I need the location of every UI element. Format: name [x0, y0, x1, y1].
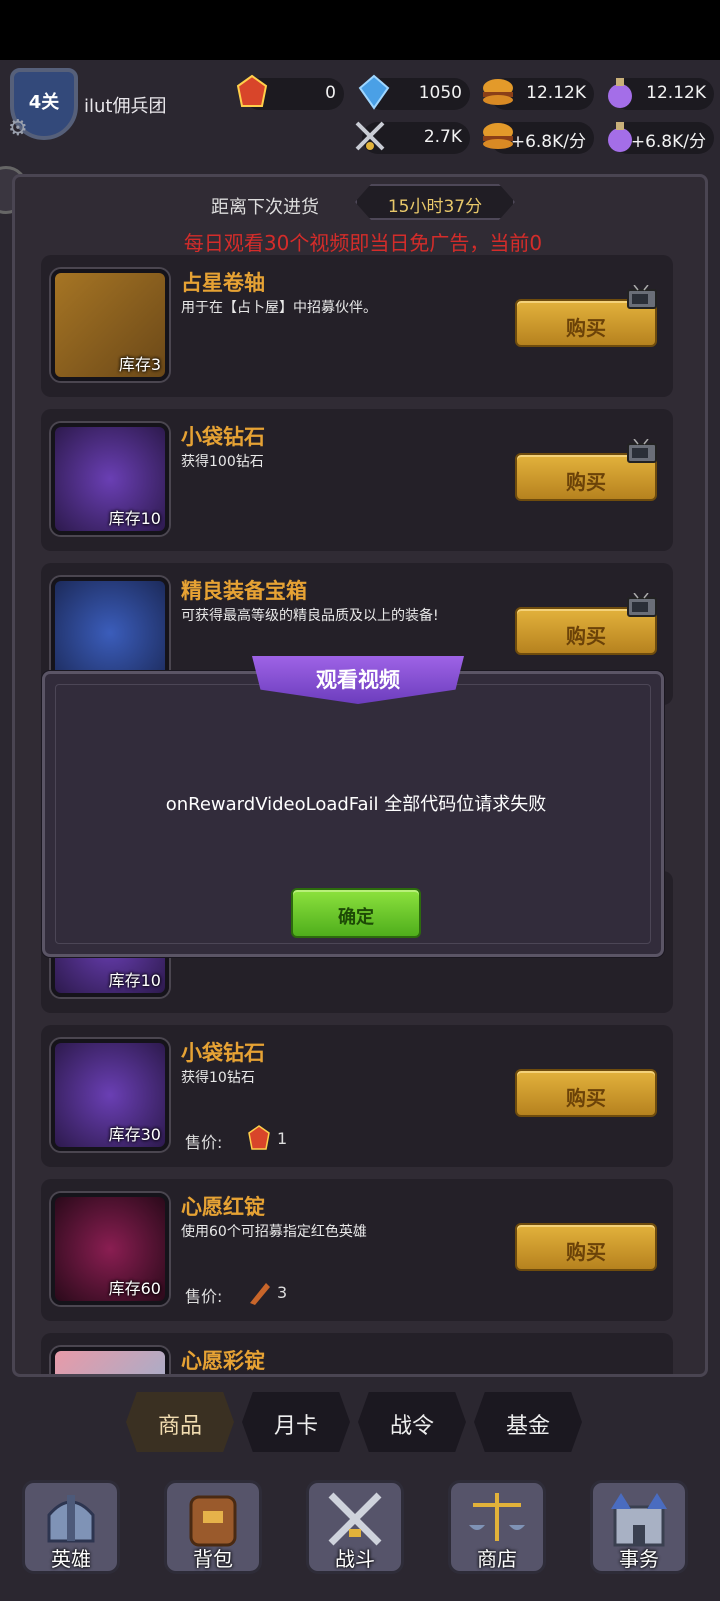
item-name: 小袋钻石: [181, 1041, 265, 1065]
price-label: 售价:: [185, 1287, 223, 1306]
price-value: 3: [277, 1283, 288, 1302]
nav-label: 背包: [193, 1547, 233, 1571]
dialog-title: 观看视频: [316, 668, 400, 692]
ingot-icon: [250, 1283, 270, 1305]
tab-label: 商品: [157, 1414, 202, 1439]
timer-text: 15小时37分: [387, 197, 483, 217]
level-badge[interactable]: 4关 ⚙: [8, 68, 78, 141]
restock-timer: 15小时37分: [355, 184, 515, 220]
resource-potion[interactable]: 12.12K: [608, 78, 714, 110]
buy-label: 购买: [566, 316, 606, 340]
ruby-icon: [248, 1125, 270, 1150]
tab-label: 战令: [389, 1414, 434, 1439]
buy-label: 购买: [566, 1086, 606, 1110]
scales-icon: [469, 1493, 525, 1541]
item-desc: 获得100钻石: [181, 454, 264, 470]
resource-value: 0: [325, 83, 336, 103]
stock-label: 库存60: [108, 1279, 161, 1298]
crossed-swords-icon: [328, 1492, 382, 1546]
nav-label: 商店: [477, 1547, 517, 1571]
ad-free-note: 每日观看30个视频即当日免广告，当前0: [183, 231, 543, 255]
game-screen: 4关 ⚙ ilut佣兵团 0 1050 12.12K 12.12K 2.7K +…: [0, 60, 720, 1601]
resource-ruby[interactable]: 0: [236, 74, 344, 110]
shop-item: 库存3 占星卷轴 用于在【占卜屋】中招募伙伴。 购买: [41, 255, 673, 397]
item-name: 占星卷轴: [181, 271, 265, 295]
resource-diamond[interactable]: 1050: [358, 74, 470, 110]
scroll-icon: 库存3: [51, 269, 169, 381]
diamond-bag-icon: 库存30: [51, 1039, 169, 1151]
item-desc: 使用60个可招募指定红色英雄: [181, 1224, 367, 1240]
rainbow-ingot-icon: [51, 1347, 169, 1374]
video-ad-icon: [627, 593, 657, 617]
buy-label: 购买: [566, 470, 606, 494]
resource-value: +6.8K/分: [510, 132, 586, 152]
stock-label: 库存3: [118, 355, 161, 374]
item-name: 精良装备宝箱: [181, 579, 307, 603]
item-name: 小袋钻石: [181, 425, 265, 449]
shop-item: 库存10 小袋钻石 获得100钻石 购买: [41, 409, 673, 551]
restock-label: 距离下次进货: [211, 197, 319, 218]
shop-item: 库存60 心愿红锭 使用60个可招募指定红色英雄 售价: 3 购买: [41, 1179, 673, 1321]
castle-icon: [611, 1493, 667, 1547]
nav-heroes[interactable]: 英雄: [22, 1480, 120, 1574]
stock-label: 库存10: [108, 971, 161, 990]
confirm-label: 确定: [338, 907, 374, 928]
stock-label: 库存10: [108, 509, 161, 528]
tab-battle-pass[interactable]: 战令: [358, 1392, 466, 1452]
helmet-icon: [47, 1495, 95, 1543]
potion-icon: [608, 78, 632, 108]
buy-label: 购买: [566, 1240, 606, 1264]
buy-label: 购买: [566, 624, 606, 648]
watch-video-dialog: onRewardVideoLoadFail 全部代码位请求失败 确定: [42, 671, 664, 957]
level-label: 4关: [28, 92, 60, 113]
tab-label: 月卡: [273, 1414, 318, 1439]
resource-value: 12.12K: [526, 83, 586, 103]
ruby-icon: [236, 74, 268, 107]
video-ad-icon: [627, 285, 657, 309]
diamond-icon: [358, 74, 390, 110]
shop-item: 心愿彩锭: [41, 1333, 673, 1374]
burger-icon: [483, 79, 513, 105]
crossed-swords-icon: [355, 121, 385, 151]
nav-label: 英雄: [51, 1547, 91, 1571]
nav-label: 战斗: [335, 1547, 375, 1571]
item-desc: 可获得最高等级的精良品质及以上的装备!: [181, 608, 439, 624]
resource-burger-rate: +6.8K/分: [483, 122, 594, 154]
price-label: 售价:: [185, 1133, 223, 1152]
nav-label: 事务: [619, 1547, 659, 1571]
nav-backpack[interactable]: 背包: [164, 1480, 262, 1574]
resource-value: 12.12K: [646, 83, 706, 103]
status-bar: [0, 0, 720, 60]
buy-button[interactable]: 购买: [515, 1223, 657, 1271]
item-desc: 用于在【占卜屋】中招募伙伴。: [181, 300, 377, 316]
team-name: ilut佣兵团: [84, 96, 167, 117]
nav-battle[interactable]: 战斗: [306, 1480, 404, 1574]
shop-item: 库存30 小袋钻石 获得10钻石 售价: 1 购买: [41, 1025, 673, 1167]
stock-label: 库存30: [108, 1125, 161, 1144]
video-ad-icon: [627, 439, 657, 463]
buy-button[interactable]: 购买: [515, 1069, 657, 1117]
item-desc: 获得10钻石: [181, 1070, 255, 1086]
item-name: 心愿彩锭: [181, 1349, 265, 1373]
resource-value: +6.8K/分: [630, 132, 706, 152]
item-name: 心愿红锭: [181, 1195, 265, 1219]
resource-burger[interactable]: 12.12K: [483, 78, 594, 110]
backpack-icon: [189, 1495, 237, 1547]
price-value: 1: [277, 1129, 288, 1148]
gear-icon[interactable]: ⚙: [8, 116, 28, 141]
resource-potion-rate: +6.8K/分: [608, 122, 714, 154]
resource-value: 1050: [418, 83, 462, 103]
nav-shop[interactable]: 商店: [448, 1480, 546, 1574]
tab-monthly-card[interactable]: 月卡: [242, 1392, 350, 1452]
dialog-message: onRewardVideoLoadFail 全部代码位请求失败: [165, 794, 547, 815]
resource-value: 2.7K: [423, 127, 462, 147]
nav-affairs[interactable]: 事务: [590, 1480, 688, 1574]
tab-goods[interactable]: 商品: [126, 1392, 234, 1452]
tab-label: 基金: [505, 1414, 550, 1439]
tab-fund[interactable]: 基金: [474, 1392, 582, 1452]
confirm-button[interactable]: 确定: [291, 888, 421, 938]
diamond-bag-icon: 库存10: [51, 423, 169, 535]
red-ingot-icon: 库存60: [51, 1193, 169, 1305]
resource-power: 2.7K: [355, 121, 470, 154]
